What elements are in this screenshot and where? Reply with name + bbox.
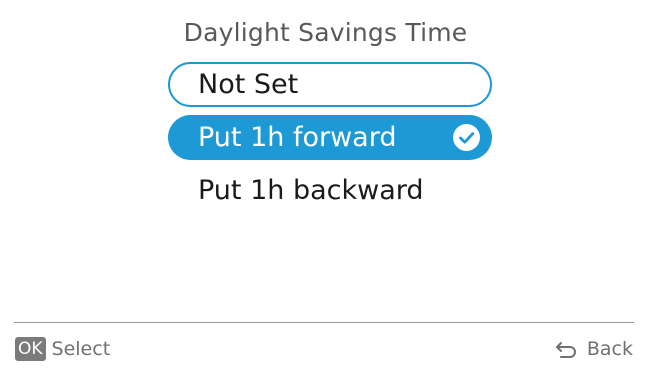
ok-key-badge: OK [15,337,46,361]
back-label: Back [586,338,633,360]
option-put-1h-backward[interactable]: Put 1h backward [168,168,492,213]
option-put-1h-forward[interactable]: Put 1h forward [168,115,492,160]
footer-divider [14,322,634,323]
dst-settings-screen: Daylight Savings Time Not Set Put 1h for… [0,0,651,372]
dst-options-list: Not Set Put 1h forward Put 1h backward [168,62,492,221]
option-not-set[interactable]: Not Set [168,62,492,107]
select-label: Select [51,338,111,360]
back-hint[interactable]: Back [555,336,633,362]
checkmark-icon [453,124,480,151]
option-label: Put 1h backward [198,175,424,206]
option-label: Put 1h forward [198,122,397,153]
option-label: Not Set [198,69,299,100]
page-title: Daylight Savings Time [183,18,468,47]
back-arrow-icon [555,342,576,358]
select-hint[interactable]: OK Select [15,336,110,362]
